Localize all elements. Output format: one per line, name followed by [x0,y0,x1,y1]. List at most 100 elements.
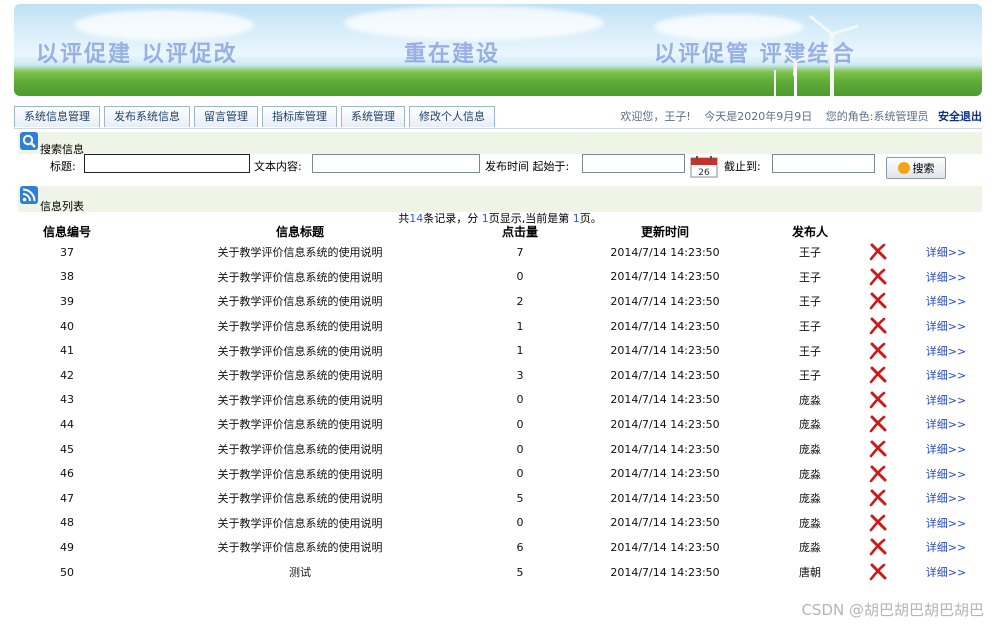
cell-publisher: 庞淼 [799,541,821,555]
tab-system-management[interactable]: 系统管理 [341,106,405,127]
delete-icon[interactable] [869,342,887,360]
delete-icon[interactable] [869,268,887,286]
detail-link[interactable]: 详细>> [926,443,966,456]
cell-id: 38 [60,270,74,284]
cell-title: 关于教学评价信息系统的使用说明 [217,541,383,555]
search-button[interactable]: 搜索 [886,157,946,179]
cell-clicks: 0 [516,516,524,530]
cell-updated-time: 2014/7/14 14:23:50 [610,565,720,579]
header-updated-time: 更新时间 [640,224,689,239]
title-label: 标题: [50,160,76,173]
cell-title: 关于教学评价信息系统的使用说明 [217,369,383,383]
tab-indicator-library[interactable]: 指标库管理 [262,106,337,127]
cell-publisher: 王子 [799,295,821,309]
cell-clicks: 0 [516,467,524,481]
cell-detail: 详细>> [910,289,982,314]
cell-clicks: 0 [516,442,524,456]
cell-updated-time: 2014/7/14 14:23:50 [610,319,720,333]
cell-publisher: 王子 [799,270,821,284]
detail-link[interactable]: 详细>> [926,320,966,333]
delete-icon[interactable] [869,292,887,310]
cell-delete [846,560,910,585]
content-input[interactable] [312,154,480,173]
cell-clicks: 5 [516,491,524,505]
detail-link[interactable]: 详细>> [926,418,966,431]
detail-link[interactable]: 详细>> [926,468,966,481]
cell-updated-time: 2014/7/14 14:23:50 [610,516,720,530]
delete-icon[interactable] [869,514,887,532]
cell-id: 42 [60,368,74,382]
cell-detail: 详细>> [910,412,982,437]
detail-link[interactable]: 详细>> [926,394,966,407]
tab-edit-profile[interactable]: 修改个人信息 [409,106,495,127]
cell-publisher: 王子 [799,344,821,358]
cell-detail: 详细>> [910,388,982,413]
calendar-icon[interactable]: 26 [690,156,718,178]
content-label: 文本内容: [254,160,302,173]
cell-delete [846,289,910,314]
search-section-header: 搜索信息 [18,132,982,156]
cell-delete [846,486,910,511]
search-button-label: 搜索 [912,162,935,175]
header-publisher: 发布人 [791,224,828,239]
cloud-decoration [344,6,604,40]
cell-delete [846,240,910,265]
tab-system-info-management[interactable]: 系统信息管理 [14,106,100,127]
cell-publisher: 庞淼 [799,393,821,407]
table-row: 46 关于教学评价信息系统的使用说明 0 2014/7/14 14:23:50 庞淼 详细… [18,461,982,486]
cell-id: 44 [60,417,74,431]
banner-slogan: 以评促建 以评促改 [36,41,238,67]
cell-title: 关于教学评价信息系统的使用说明 [217,418,383,432]
delete-icon[interactable] [869,563,887,581]
table-row: 49 关于教学评价信息系统的使用说明 6 2014/7/14 14:23:50 庞淼 详细… [18,535,982,560]
detail-link[interactable]: 详细>> [926,566,966,579]
table-row: 50 测试 5 2014/7/14 14:23:50 唐朝 详细>> [18,560,982,585]
cell-delete [846,314,910,339]
detail-link[interactable]: 详细>> [926,271,966,284]
cell-updated-time: 2014/7/14 14:23:50 [610,294,720,308]
svg-text:26: 26 [698,168,710,178]
delete-icon[interactable] [869,440,887,458]
detail-link[interactable]: 详细>> [926,517,966,530]
start-date-input[interactable] [582,154,685,173]
end-date-input[interactable] [772,154,875,173]
cell-updated-time: 2014/7/14 14:23:50 [610,491,720,505]
delete-icon[interactable] [869,538,887,556]
cell-detail: 详细>> [910,486,982,511]
detail-link[interactable]: 详细>> [926,246,966,259]
wind-turbine-icon [774,14,859,96]
detail-link[interactable]: 详细>> [926,369,966,382]
header-delete [846,222,910,240]
table-row: 45 关于教学评价信息系统的使用说明 0 2014/7/14 14:23:50 庞淼 详细… [18,437,982,462]
cell-id: 40 [60,319,74,333]
delete-icon[interactable] [869,317,887,335]
delete-icon[interactable] [869,489,887,507]
cell-clicks: 1 [516,319,524,333]
delete-icon[interactable] [869,366,887,384]
cell-clicks: 7 [516,245,524,259]
title-input[interactable] [84,154,250,173]
cell-updated-time: 2014/7/14 14:23:50 [610,442,720,456]
delete-icon[interactable] [869,391,887,409]
cell-title: 关于教学评价信息系统的使用说明 [217,295,383,309]
date-text: 今天是2020年9月9日 [704,110,813,123]
header-banner: 以评促建 以评促改 重在建设 以评促管 评建结合 [14,4,982,96]
detail-link[interactable]: 详细>> [926,541,966,554]
user-status-bar: 欢迎您，王子! 今天是2020年9月9日 您的角色:系统管理员 安全退出 [610,108,982,124]
cell-delete [846,412,910,437]
rss-icon [20,186,38,204]
detail-link[interactable]: 详细>> [926,295,966,308]
tab-publish-system-info[interactable]: 发布系统信息 [104,106,190,127]
tab-message-management[interactable]: 留言管理 [194,106,258,127]
logout-link[interactable]: 安全退出 [938,110,982,123]
delete-icon[interactable] [869,243,887,261]
detail-link[interactable]: 详细>> [926,492,966,505]
cell-updated-time: 2014/7/14 14:23:50 [610,540,720,554]
detail-link[interactable]: 详细>> [926,345,966,358]
cell-title: 关于教学评价信息系统的使用说明 [217,246,383,260]
banner-slogan: 重在建设 [404,41,501,67]
delete-icon[interactable] [869,415,887,433]
header-id: 信息编号 [42,224,91,239]
cell-title: 关于教学评价信息系统的使用说明 [217,320,383,334]
delete-icon[interactable] [869,465,887,483]
